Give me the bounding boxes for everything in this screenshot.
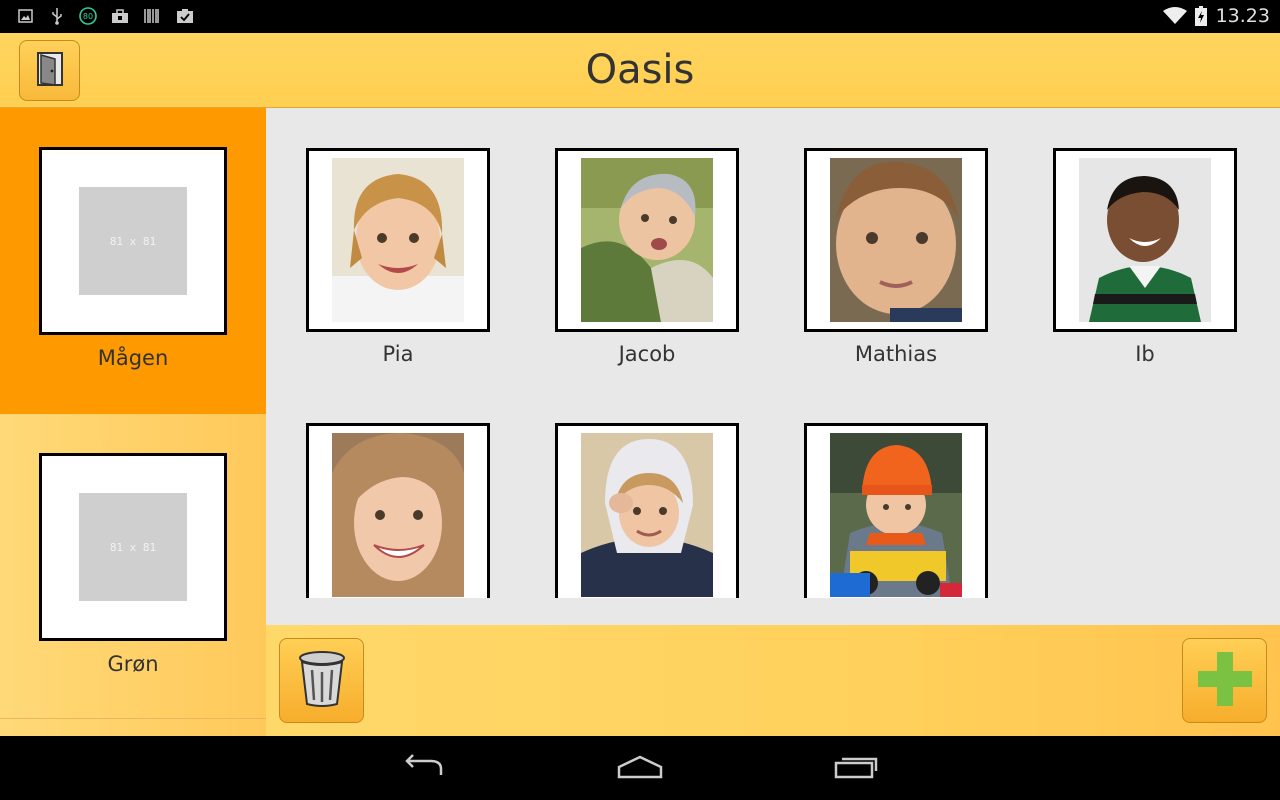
battery-saver-icon: 80 (78, 7, 98, 25)
department-label: Mågen (97, 346, 169, 370)
child-name: Jacob (618, 342, 676, 366)
clipboard-check-icon (175, 7, 195, 25)
child-photo (581, 158, 713, 322)
child-card-7[interactable] (764, 383, 988, 598)
department-item-magen[interactable]: 81 x 81 Mågen (0, 108, 266, 414)
child-card-jacob[interactable]: Jacob (515, 108, 739, 366)
child-name: Mathias (854, 342, 938, 366)
image-placeholder: 81 x 81 (79, 187, 187, 295)
child-photo-frame (804, 148, 988, 332)
recents-button[interactable] (826, 750, 886, 786)
child-card-6[interactable] (515, 383, 739, 598)
wifi-icon (1162, 7, 1188, 25)
bottom-toolbar (266, 625, 1280, 736)
divider (0, 718, 266, 719)
child-photo-frame (306, 148, 490, 332)
back-icon (401, 753, 447, 783)
delete-button[interactable] (279, 638, 364, 723)
page-title: Oasis (585, 47, 695, 93)
child-photo (332, 433, 464, 597)
recents-icon (832, 753, 880, 783)
app-header: Oasis (0, 33, 1280, 108)
department-image-frame: 81 x 81 (39, 453, 227, 641)
door-icon (35, 51, 65, 91)
grid-bottom-space (266, 598, 1280, 625)
child-photo (830, 158, 962, 322)
status-bar: 80 13.23 (0, 0, 1280, 33)
child-photo-frame (306, 423, 490, 598)
battery-badge: 80 (82, 11, 94, 21)
home-icon (615, 753, 665, 783)
child-photo (1079, 158, 1211, 322)
department-item-gron[interactable]: 81 x 81 Grøn (0, 414, 266, 720)
barcode-icon (143, 7, 161, 25)
exit-button[interactable] (19, 40, 80, 101)
add-child-button[interactable] (1182, 638, 1267, 723)
child-name: Ib (1135, 342, 1155, 366)
children-grid[interactable]: Pia Jacob Mathias Ib (266, 108, 1280, 598)
child-photo (830, 433, 962, 597)
usb-icon (48, 7, 66, 25)
child-name: Pia (382, 342, 414, 366)
image-icon (16, 7, 34, 25)
child-photo-frame (555, 423, 739, 598)
image-placeholder: 81 x 81 (79, 493, 187, 601)
department-image-frame: 81 x 81 (39, 147, 227, 335)
trash-icon (297, 650, 347, 712)
child-card-ib[interactable]: Ib (1013, 108, 1237, 366)
clock: 13.23 (1215, 5, 1270, 27)
child-photo-frame (1053, 148, 1237, 332)
child-photo (332, 158, 464, 322)
battery-icon (1194, 6, 1208, 26)
child-card-pia[interactable]: Pia (266, 108, 490, 366)
child-photo-frame (555, 148, 739, 332)
briefcase-icon (110, 7, 130, 25)
back-button[interactable] (394, 750, 454, 786)
plus-icon (1196, 650, 1254, 712)
home-button[interactable] (610, 750, 670, 786)
child-photo (581, 433, 713, 597)
department-sidebar: 81 x 81 Mågen 81 x 81 Grøn (0, 108, 266, 736)
child-photo-frame (804, 423, 988, 598)
system-nav-bar (0, 736, 1280, 800)
child-card-5[interactable] (266, 383, 490, 598)
child-card-mathias[interactable]: Mathias (764, 108, 988, 366)
department-label: Grøn (107, 652, 159, 676)
